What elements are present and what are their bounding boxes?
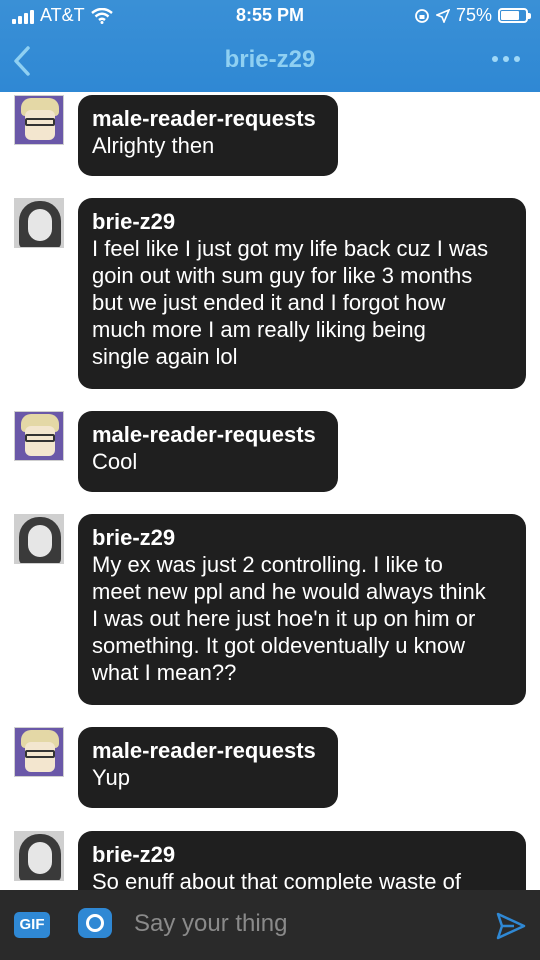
message-composer: GIF Say your thing <box>0 890 540 960</box>
message-sender[interactable]: male-reader-requests <box>92 105 324 132</box>
app-header: AT&T 8:55 PM 75% brie-z29 <box>0 0 540 92</box>
message-bubble: male-reader-requests Yup <box>78 727 338 808</box>
battery-icon <box>498 8 531 23</box>
message-list[interactable]: male-reader-requests Alrighty then brie-… <box>0 92 540 890</box>
message-sender[interactable]: brie-z29 <box>92 524 512 551</box>
message-input[interactable]: Say your thing <box>134 910 474 942</box>
send-button[interactable] <box>496 912 526 940</box>
gif-button[interactable]: GIF <box>14 912 50 938</box>
message-sender[interactable]: brie-z29 <box>92 208 512 235</box>
female-avatar[interactable] <box>14 514 64 564</box>
message-bubble: male-reader-requests Alrighty then <box>78 95 338 176</box>
message-text: My ex was just 2 controlling. I like to … <box>92 552 486 685</box>
rotation-lock-icon <box>415 8 429 23</box>
message-text: So enuff about that complete waste of <box>92 869 461 890</box>
message-bubble: brie-z29 So enuff about that complete wa… <box>78 831 526 890</box>
conversation-title[interactable]: brie-z29 <box>0 46 540 74</box>
female-avatar[interactable] <box>14 831 64 881</box>
more-options-button[interactable] <box>492 56 520 62</box>
status-right: 75% <box>414 5 531 26</box>
message-text: Alrighty then <box>92 133 215 158</box>
male-avatar[interactable] <box>14 411 64 461</box>
message-bubble: brie-z29 My ex was just 2 controlling. I… <box>78 514 526 705</box>
battery-percent: 75% <box>455 5 492 25</box>
location-icon <box>435 8 450 23</box>
message-bubble: male-reader-requests Cool <box>78 411 338 492</box>
message-text: I feel like I just got my life back cuz … <box>92 236 489 369</box>
camera-button[interactable] <box>78 908 112 938</box>
message-sender[interactable]: male-reader-requests <box>92 737 324 764</box>
male-avatar[interactable] <box>14 95 64 145</box>
camera-icon <box>86 914 104 932</box>
message-sender[interactable]: male-reader-requests <box>92 421 324 448</box>
message-sender[interactable]: brie-z29 <box>92 841 512 868</box>
message-bubble: brie-z29 I feel like I just got my life … <box>78 198 526 389</box>
message-text: Yup <box>92 765 130 790</box>
message-text: Cool <box>92 449 138 474</box>
nav-bar: brie-z29 <box>0 30 540 92</box>
status-bar: AT&T 8:55 PM 75% <box>0 0 540 30</box>
ellipsis-icon <box>492 56 498 62</box>
female-avatar[interactable] <box>14 198 64 248</box>
male-avatar[interactable] <box>14 727 64 777</box>
